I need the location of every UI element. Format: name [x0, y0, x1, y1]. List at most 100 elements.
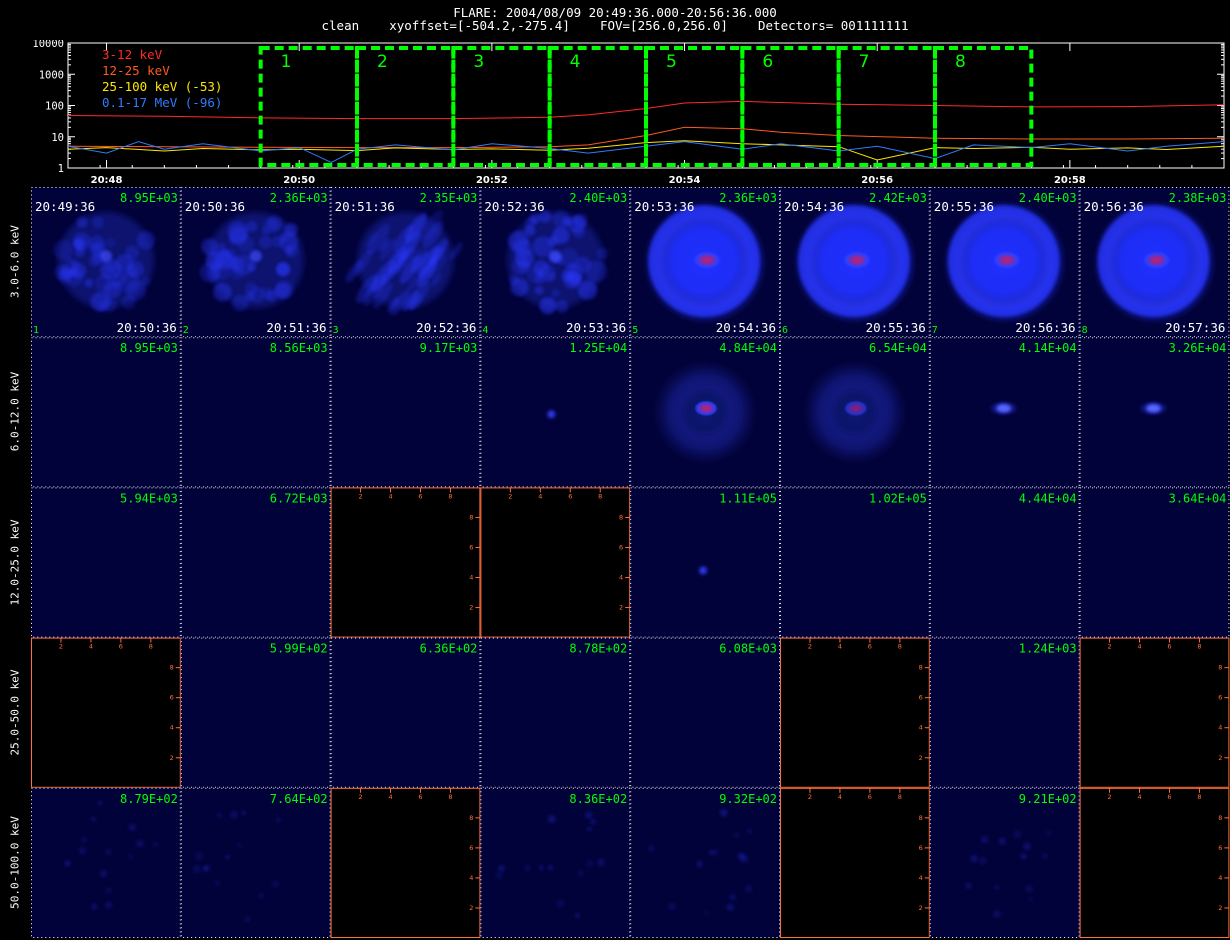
- panel-max-value: 6.08E+03: [719, 642, 777, 656]
- panel-max-value: 5.94E+03: [120, 491, 178, 505]
- empty-x-tick-label: 8: [1197, 643, 1201, 651]
- panel-max-value: 7.64E+02: [270, 792, 328, 806]
- empty-y-tick-label: 8: [170, 664, 174, 672]
- source-blob: [709, 850, 714, 855]
- source-blob: [729, 894, 736, 901]
- source-blob: [276, 262, 290, 276]
- panel-background: [480, 637, 631, 788]
- source-blob: [244, 916, 251, 923]
- image-panel: 6.72E+03: [180, 487, 331, 638]
- source-blob: [70, 263, 87, 279]
- source-blob: [112, 280, 121, 289]
- empty-y-tick-label: 4: [170, 724, 174, 732]
- empty-y-tick-label: 2: [1218, 904, 1222, 912]
- panel-background: [780, 637, 930, 788]
- empty-x-tick-label: 6: [868, 793, 872, 801]
- panel-background: [31, 337, 181, 488]
- source-blob: [271, 236, 283, 248]
- empty-x-tick-label: 6: [568, 492, 572, 500]
- source-blob: [596, 247, 609, 260]
- empty-x-tick-label: 4: [388, 492, 392, 500]
- source-peak: [549, 250, 562, 263]
- panel-background: [1079, 787, 1230, 938]
- image-panel: 4.14E+04: [929, 337, 1080, 488]
- panel-background: [1079, 487, 1230, 638]
- panel-interval-number: 4: [482, 325, 488, 336]
- source-blob: [648, 845, 654, 851]
- source-blob: [965, 883, 972, 889]
- panel-background: [630, 637, 780, 788]
- empty-x-tick-label: 2: [508, 492, 512, 500]
- source-blob: [668, 902, 676, 910]
- panel-end-time: 20:53:36: [566, 320, 626, 335]
- source-blob: [194, 852, 203, 861]
- source-blob: [53, 240, 74, 260]
- empty-y-tick-label: 2: [469, 904, 473, 912]
- empty-y-tick-label: 2: [1218, 754, 1222, 762]
- source-blob: [230, 810, 238, 819]
- source-blob: [998, 837, 1006, 845]
- panel-max-value: 8.36E+02: [569, 792, 627, 806]
- source-blob: [548, 236, 559, 246]
- empty-y-tick-label: 4: [469, 574, 473, 582]
- source-blob: [745, 885, 753, 893]
- source-blob: [587, 826, 592, 832]
- source-blob: [995, 884, 1000, 890]
- image-panel: 2.38E+03 20:56:36 20:57:36 8: [1079, 187, 1230, 338]
- image-panel: 9.32E+02: [630, 787, 781, 938]
- source-blob: [216, 242, 227, 253]
- panel-max-value: 2.42E+03: [869, 191, 927, 205]
- image-panel: 4.44E+04: [929, 487, 1080, 638]
- source-blob: [247, 262, 257, 272]
- empty-y-tick-label: 6: [919, 844, 923, 852]
- image-panel: 2.36E+03 20:53:36 20:54:36 5: [630, 187, 781, 338]
- panel-end-time: 20:50:36: [117, 320, 177, 335]
- panel-end-time: 20:56:36: [1015, 320, 1075, 335]
- source-blob: [1028, 897, 1033, 902]
- panel-background: [929, 487, 1080, 638]
- source-blob: [981, 836, 989, 844]
- panel-max-value: 3.64E+04: [1169, 491, 1227, 505]
- source-blob: [241, 811, 246, 816]
- panel-start-time: 20:56:36: [1084, 199, 1144, 214]
- panel-max-value: 6.36E+02: [420, 642, 478, 656]
- source-blob: [259, 893, 265, 899]
- image-panel: 8.95E+03 20:49:36 20:50:36 1: [31, 187, 181, 338]
- source-blob: [585, 811, 593, 819]
- source-blob: [204, 864, 211, 872]
- image-panel: 1.11E+05: [630, 487, 781, 638]
- empty-x-tick-label: 8: [898, 793, 902, 801]
- source-blob: [555, 299, 569, 313]
- image-panel: 2 2 4 4 6 6 8 8: [780, 787, 930, 938]
- image-panel: 2 2 4 4 6 6 8 8: [480, 487, 631, 638]
- empty-x-tick-label: 2: [808, 643, 812, 651]
- empty-x-tick-label: 6: [868, 643, 872, 651]
- panel-interval-number: 1: [33, 325, 39, 336]
- source-blob: [1023, 842, 1031, 851]
- source-blob: [141, 276, 151, 286]
- image-panel: 2 2 4 4 6 6 8 8: [330, 487, 481, 638]
- panel-interval-number: 8: [1082, 325, 1088, 336]
- source-blob: [84, 278, 94, 288]
- source-blob: [590, 819, 596, 825]
- empty-y-tick-label: 4: [1218, 724, 1222, 732]
- source-blob: [496, 872, 503, 879]
- empty-x-tick-label: 2: [808, 793, 812, 801]
- source-blob: [547, 815, 556, 823]
- empty-x-tick-label: 8: [598, 492, 602, 500]
- panel-max-value: 2.36E+03: [270, 191, 328, 205]
- source-blob: [76, 216, 88, 228]
- image-panel: 2.42E+03 20:54:36 20:55:36 6: [780, 187, 930, 338]
- empty-y-tick-label: 8: [469, 814, 473, 822]
- empty-y-tick-label: 6: [469, 543, 473, 551]
- panel-max-value: 4.14E+04: [1019, 341, 1077, 355]
- empty-y-tick-label: 6: [619, 543, 623, 551]
- image-panel: 2.40E+03 20:52:36 20:53:36 4: [480, 187, 631, 338]
- empty-x-tick-label: 4: [538, 492, 542, 500]
- empty-x-tick-label: 2: [358, 793, 362, 801]
- source-blob: [1046, 830, 1051, 836]
- empty-x-tick-label: 2: [358, 492, 362, 500]
- image-panel: 6.54E+04: [780, 337, 930, 488]
- panel-max-value: 9.17E+03: [420, 341, 478, 355]
- empty-x-tick-label: 6: [418, 793, 422, 801]
